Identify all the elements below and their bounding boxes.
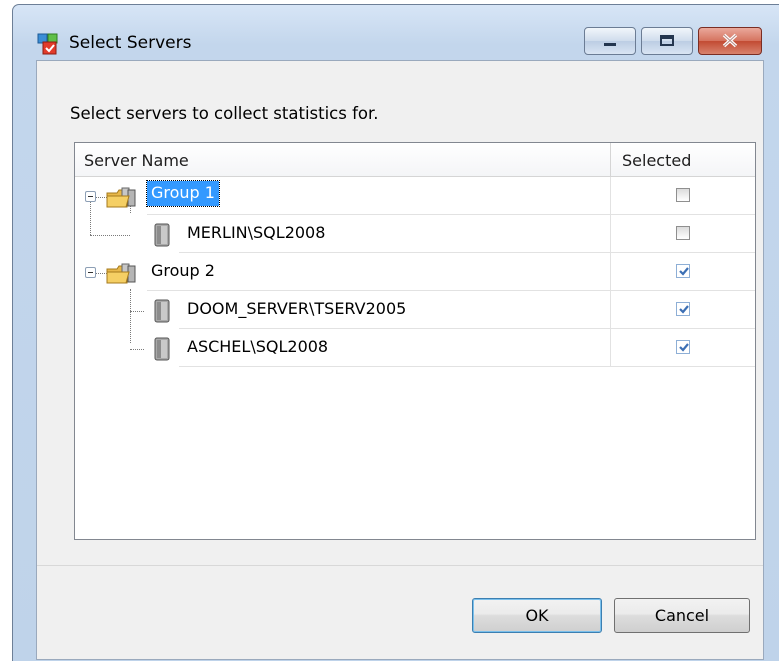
tree-node-label[interactable]: Group 1 (146, 180, 220, 207)
collapse-toggle-icon[interactable] (85, 267, 96, 278)
column-header-selected[interactable]: Selected (611, 143, 755, 177)
window-title: Select Servers (69, 33, 192, 53)
tree-row-server[interactable]: DOOM_SERVER\TSERV2005 (75, 291, 755, 329)
tree-node-label[interactable]: DOOM_SERVER\TSERV2005 (187, 299, 406, 318)
cancel-button[interactable]: Cancel (614, 598, 750, 633)
check-mark-icon (679, 343, 689, 352)
server-icon (154, 337, 170, 361)
tree-node-label[interactable]: MERLIN\SQL2008 (187, 223, 325, 242)
tree-node-label[interactable]: ASCHEL\SQL2008 (187, 337, 328, 356)
ok-button[interactable]: OK (472, 598, 602, 633)
footer-divider (37, 565, 763, 566)
tree-row-server[interactable]: ASCHEL\SQL2008 (75, 329, 755, 367)
minimize-button[interactable] (584, 27, 636, 55)
column-header-server-name[interactable]: Server Name (75, 143, 611, 177)
tree-row-server[interactable]: MERLIN\SQL2008 (75, 215, 755, 253)
selected-checkbox[interactable] (676, 226, 690, 240)
selected-checkbox[interactable] (676, 188, 690, 202)
dialog-client-area: Select servers to collect statistics for… (36, 60, 764, 660)
servers-tree-grid[interactable]: Server Name Selected Group 1 MERLIN\SQL2… (74, 142, 756, 540)
selected-checkbox[interactable] (676, 302, 690, 316)
app-icon (37, 33, 58, 55)
tree-row-group-1[interactable]: Group 1 (75, 177, 755, 215)
instruction-label: Select servers to collect statistics for… (70, 104, 379, 123)
close-button[interactable] (698, 27, 762, 55)
selected-checkbox[interactable] (676, 340, 690, 354)
check-mark-icon (679, 267, 689, 276)
title-bar[interactable]: Select Servers (13, 5, 779, 55)
tree-row-group-2[interactable]: Group 2 (75, 253, 755, 291)
server-icon (154, 223, 170, 247)
close-icon (722, 33, 738, 48)
collapse-toggle-icon[interactable] (85, 191, 96, 202)
selected-checkbox[interactable] (676, 264, 690, 278)
server-group-icon (106, 187, 136, 208)
check-mark-icon (679, 305, 689, 314)
tree-node-label[interactable]: Group 2 (151, 261, 215, 280)
minimize-icon (604, 43, 616, 46)
maximize-icon (660, 35, 674, 46)
select-servers-window: Select Servers Select servers to collect… (12, 4, 779, 661)
maximize-button[interactable] (641, 27, 693, 55)
server-group-icon (106, 263, 136, 284)
server-icon (154, 299, 170, 323)
